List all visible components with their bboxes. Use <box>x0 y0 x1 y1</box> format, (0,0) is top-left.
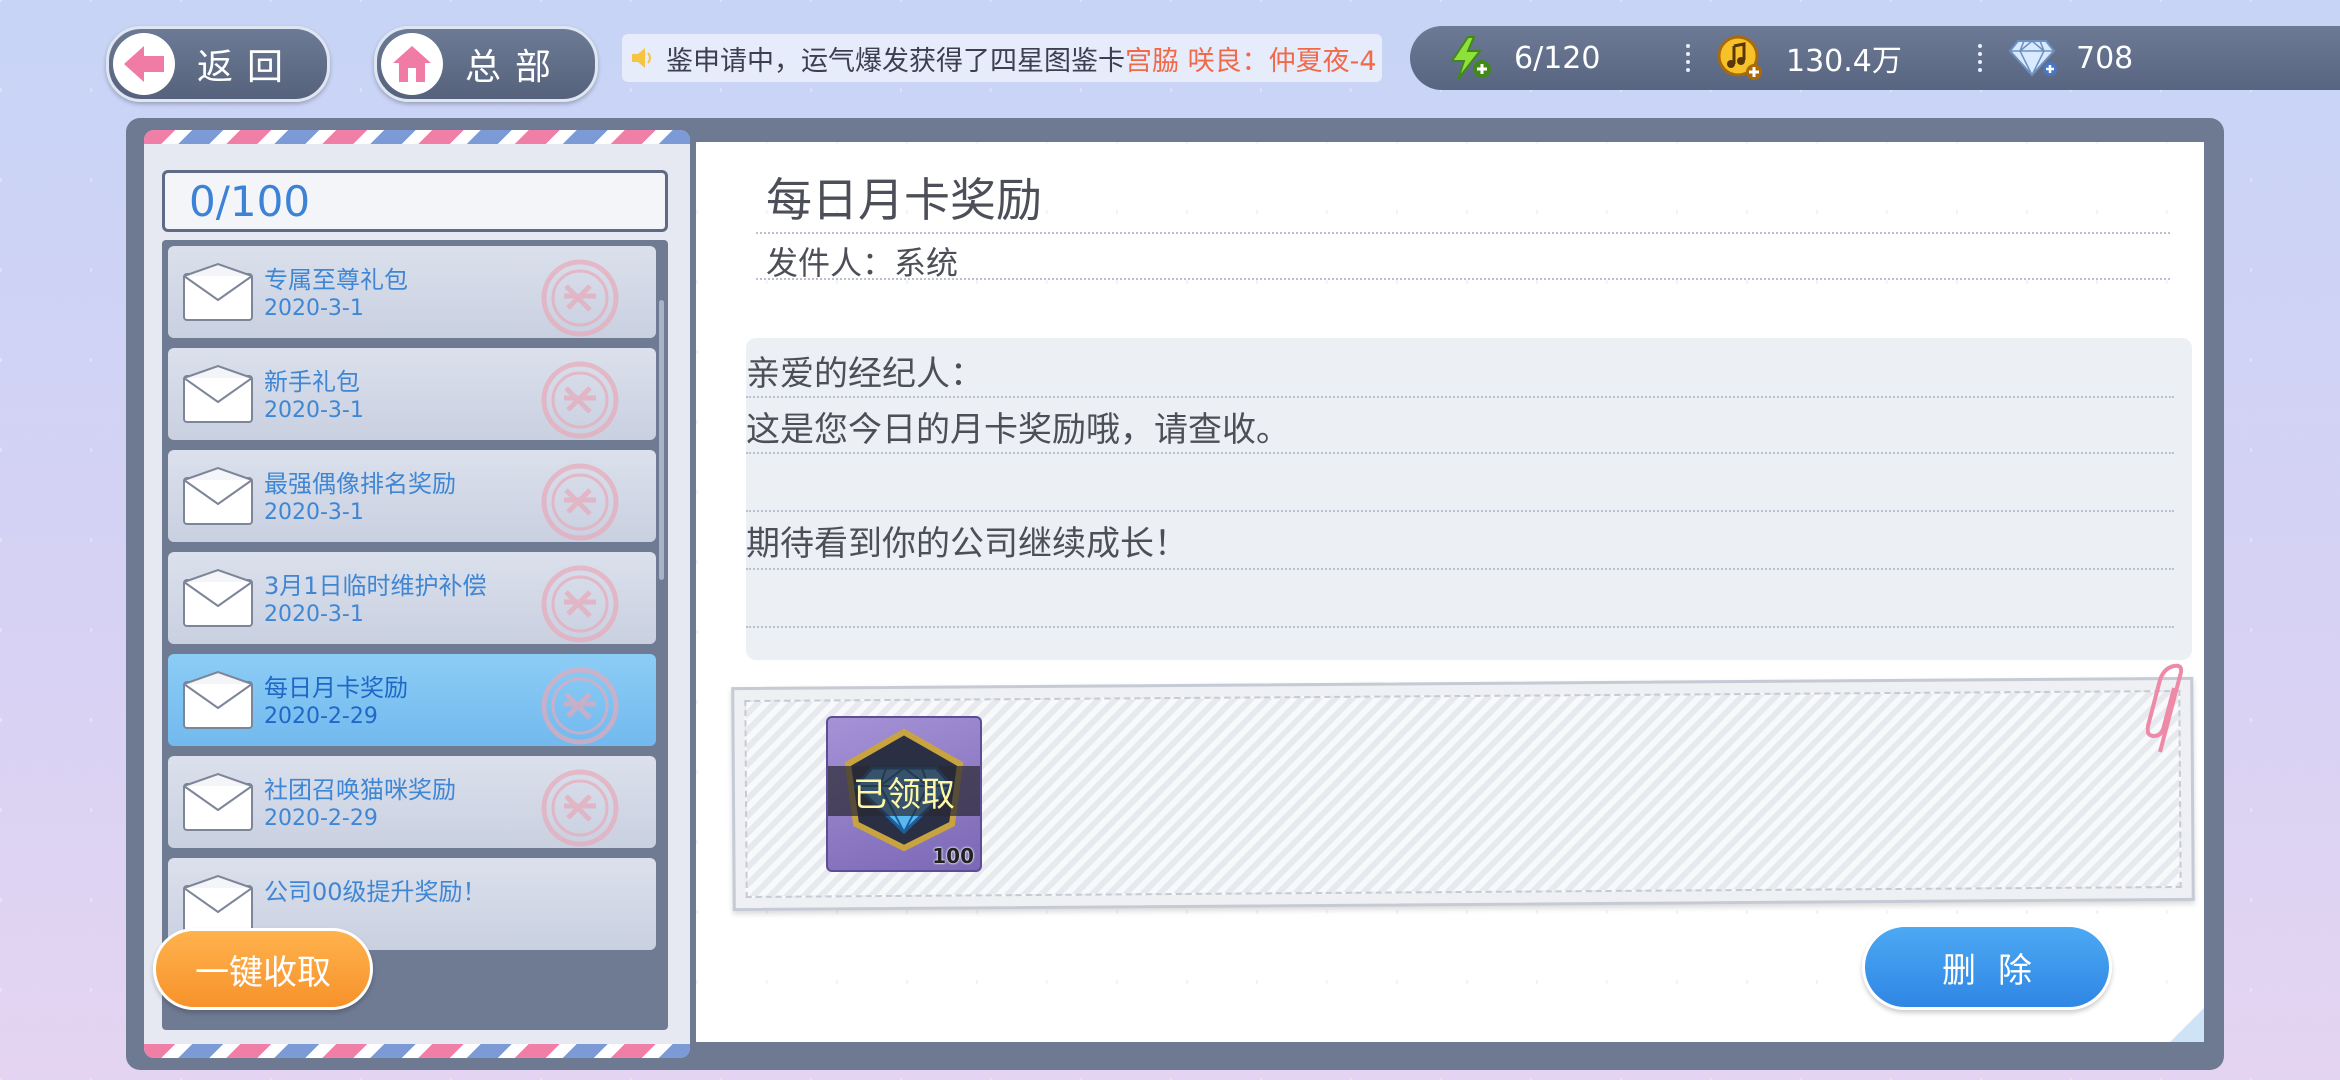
home-icon <box>381 33 443 95</box>
coin-counter[interactable]: 130.4万 <box>1716 34 1956 82</box>
coin-value: 130.4万 <box>1786 44 1902 79</box>
mail-greeting: 亲爱的经纪人： <box>746 354 984 394</box>
mail-item-selected[interactable]: 每日月卡奖励 2020-2-29 <box>168 654 656 746</box>
envelope-icon <box>182 466 254 530</box>
mail-list-scrollbar[interactable] <box>659 300 664 580</box>
mail-count: 0/100 <box>162 170 668 232</box>
envelope-icon <box>182 670 254 734</box>
lightning-plus-icon <box>1446 35 1492 81</box>
mail-title: 最强偶像排名奖励 <box>264 470 456 498</box>
envelope-icon <box>182 262 254 326</box>
mail-item[interactable]: 新手礼包 2020-3-1 <box>168 348 656 440</box>
diamond-value: 708 <box>2076 40 2134 76</box>
ticker-highlight: 宫脇 咲良：仲夏夜-4 <box>1125 45 1377 77</box>
back-label: 返回 <box>197 47 298 88</box>
divider <box>746 626 2174 628</box>
mail-title: 新手礼包 <box>264 368 360 396</box>
read-stamp-icon <box>528 256 638 338</box>
paper-clip-icon <box>2146 663 2184 753</box>
reward-item-diamond[interactable]: 已领取 100 <box>826 716 982 872</box>
read-stamp-icon <box>528 358 638 440</box>
diamond-plus-icon <box>2008 37 2058 79</box>
stamina-counter[interactable]: 6/120 <box>1446 35 1664 81</box>
hq-button[interactable]: 总部 <box>374 26 598 102</box>
delete-button[interactable]: 删除 <box>1862 924 2112 1010</box>
speaker-icon <box>630 45 656 71</box>
announcement-ticker: 鉴申请中，运气爆发获得了四星图鉴卡 宫脇 咲良：仲夏夜-4 <box>622 34 1382 82</box>
mail-title: 公司00级提升奖励！ <box>264 878 487 906</box>
mail-list: 专属至尊礼包 2020-3-1 新手礼包 2020-3-1 最强偶像排名奖励 2… <box>168 246 656 960</box>
page-corner-fold-icon <box>2170 1008 2204 1042</box>
divider <box>746 452 2174 454</box>
reward-quantity: 100 <box>932 844 974 868</box>
divider <box>1978 44 1986 72</box>
mail-title: 每日月卡奖励 <box>264 674 408 702</box>
hq-label: 总部 <box>465 47 566 88</box>
mail-item[interactable]: 专属至尊礼包 2020-3-1 <box>168 246 656 338</box>
mail-body-line: 这是您今日的月卡奖励哦，请查收。 <box>746 410 1290 450</box>
mail-detail-title: 每日月卡奖励 <box>766 173 1042 227</box>
resource-bar: 6/120 130.4万 708 <box>1410 26 2340 90</box>
mail-title: 社团召唤猫咪奖励 <box>264 776 456 804</box>
mail-title: 3月1日临时维护补偿 <box>264 572 487 600</box>
mail-date: 2020-3-1 <box>264 398 364 423</box>
mail-title: 专属至尊礼包 <box>264 266 408 294</box>
claimed-status: 已领取 <box>828 766 980 816</box>
mail-item[interactable]: 最强偶像排名奖励 2020-3-1 <box>168 450 656 542</box>
read-stamp-icon <box>528 460 638 542</box>
envelope-icon <box>182 364 254 428</box>
divider <box>746 396 2174 398</box>
collect-all-button[interactable]: 一键收取 <box>153 928 373 1010</box>
stamina-value: 6/120 <box>1514 40 1601 76</box>
mail-count-value: 0/100 <box>189 176 311 226</box>
mail-body-line: 期待看到你的公司继续成长！ <box>746 524 1188 564</box>
envelope-stripe-bottom <box>144 1044 690 1058</box>
mail-date: 2020-3-1 <box>264 602 364 627</box>
envelope-icon <box>182 568 254 632</box>
read-stamp-icon <box>528 766 638 848</box>
divider <box>746 568 2174 570</box>
ticker-text: 鉴申请中，运气爆发获得了四星图鉴卡 <box>666 45 1125 77</box>
read-stamp-icon <box>528 664 638 746</box>
back-button[interactable]: 返回 <box>106 26 330 102</box>
mail-date: 2020-2-29 <box>264 704 378 729</box>
mail-date: 2020-2-29 <box>264 806 378 831</box>
mail-date: 2020-3-1 <box>264 296 364 321</box>
mail-list-container[interactable]: 专属至尊礼包 2020-3-1 新手礼包 2020-3-1 最强偶像排名奖励 2… <box>162 240 668 1030</box>
mail-item[interactable]: 社团召唤猫咪奖励 2020-2-29 <box>168 756 656 848</box>
mail-detail-panel: 每日月卡奖励 发件人：系统 亲爱的经纪人： 这是您今日的月卡奖励哦，请查收。 期… <box>696 142 2204 1042</box>
coin-plus-icon <box>1716 34 1764 82</box>
mail-date: 2020-3-1 <box>264 500 364 525</box>
read-stamp-icon <box>528 562 638 644</box>
divider <box>756 232 2170 234</box>
mail-list-panel: 0/100 专属至尊礼包 2020-3-1 新手礼包 2020-3-1 最强偶像… <box>144 130 690 1058</box>
divider <box>746 510 2174 512</box>
diamond-counter[interactable]: 708 <box>2008 37 2133 79</box>
envelope-icon <box>182 772 254 836</box>
divider <box>1686 44 1694 72</box>
divider <box>756 278 2170 280</box>
envelope-stripe-top <box>144 130 690 144</box>
back-arrow-icon <box>113 33 175 95</box>
mail-body: 亲爱的经纪人： 这是您今日的月卡奖励哦，请查收。 期待看到你的公司继续成长！ <box>746 338 2192 660</box>
mail-item[interactable]: 3月1日临时维护补偿 2020-3-1 <box>168 552 656 644</box>
